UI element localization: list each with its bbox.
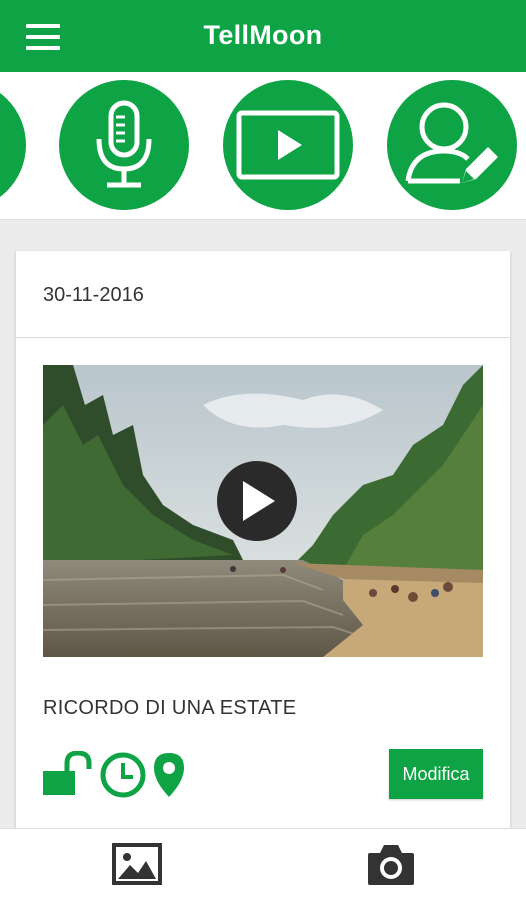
action-strip[interactable]: [0, 72, 526, 220]
image-gallery-icon[interactable]: [112, 843, 162, 885]
microphone-icon: [96, 100, 152, 188]
edit-profile-icon: [405, 102, 498, 184]
camera-icon[interactable]: [366, 843, 416, 887]
record-audio-button[interactable]: [59, 80, 189, 210]
play-icon: [243, 481, 275, 521]
edit-button[interactable]: Modifica: [389, 749, 483, 799]
memory-date: 30-11-2016: [43, 284, 144, 306]
play-video-button[interactable]: [217, 461, 297, 541]
video-thumbnail[interactable]: [43, 365, 483, 657]
unlocked-padlock-icon[interactable]: [43, 751, 93, 797]
bottom-bar: [0, 828, 526, 901]
clock-icon[interactable]: [99, 751, 147, 799]
edit-profile-button[interactable]: [387, 80, 517, 210]
memory-card: 30-11-2016 RICORDO DI UNA ESTATE Modific…: [16, 251, 510, 851]
memory-title: RICORDO DI UNA ESTATE: [43, 697, 297, 719]
app-bar: TellMoon: [0, 0, 526, 72]
partial-circle-button[interactable]: [0, 80, 26, 210]
video-play-icon: [236, 110, 340, 180]
app-title: TellMoon: [203, 20, 323, 50]
card-divider: [16, 337, 510, 338]
record-video-button[interactable]: [223, 80, 353, 210]
location-pin-icon[interactable]: [152, 751, 186, 799]
